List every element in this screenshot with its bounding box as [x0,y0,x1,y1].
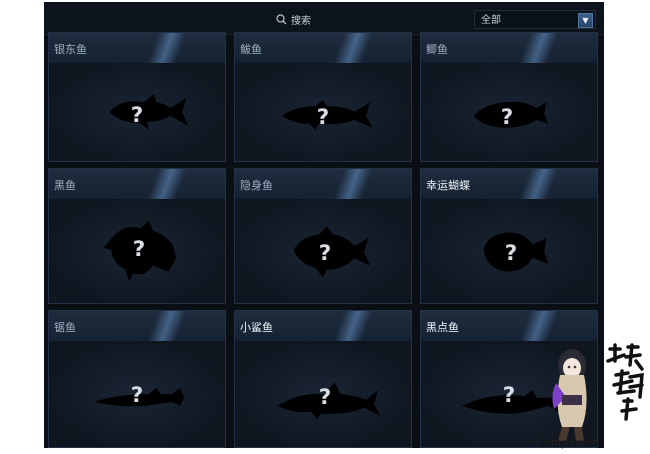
card-body: ? [49,63,225,161]
unknown-mark: ? [319,385,332,410]
dropdown-arrow-icon[interactable]: ▼ [578,13,593,28]
fish-silhouette-icon: ? [93,383,185,408]
card-body: ? [49,341,225,447]
fish-card[interactable]: 鲫鱼 ? [420,32,598,162]
search-icon [276,13,287,25]
unknown-mark: ? [503,383,516,408]
filter-selected-value: 全部 [481,15,501,26]
unknown-mark: ? [317,105,330,130]
unknown-mark: ? [505,241,518,266]
fish-name: 锯鱼 [54,321,76,334]
fish-silhouette-icon: ? [473,101,549,130]
unknown-mark: ? [131,103,144,128]
card-body: ? [235,63,411,161]
watermark-text: Companion [536,436,599,449]
card-body: ? [421,63,597,161]
card-header: 锯鱼 [49,311,225,341]
fish-card[interactable]: 黑鱼 ? [48,168,226,304]
fish-name: 幸运蝴蝶 [426,179,470,192]
search-button[interactable]: 搜索 [276,10,311,28]
search-label: 搜索 [291,15,311,27]
card-body: ? [235,199,411,303]
fish-card[interactable]: 小鲨鱼 ? [234,310,412,448]
fish-card[interactable]: 幸运蝴蝶 ? [420,168,598,304]
fish-name: 鲅鱼 [240,43,262,56]
fish-card[interactable]: 银东鱼 ? [48,32,226,162]
fish-silhouette-icon: ? [277,382,380,420]
fish-silhouette-icon: ? [293,226,371,278]
top-bar: 搜索 全部 ▼ [44,2,604,35]
card-header: 黑鱼 [49,169,225,199]
card-header: 幸运蝴蝶 [421,169,597,199]
card-body: ? [49,199,225,303]
card-header: 隐身鱼 [235,169,411,199]
unknown-mark: ? [319,241,332,266]
unknown-mark: ? [133,237,146,262]
fish-card[interactable]: 锯鱼 ? [48,310,226,448]
card-header: 鲫鱼 [421,33,597,63]
card-body: ? [235,341,411,447]
fish-name: 黑点鱼 [426,321,459,334]
unknown-mark: ? [131,383,144,408]
fish-silhouette-icon: ? [109,94,188,130]
fish-card[interactable]: 隐身鱼 ? [234,168,412,304]
card-header: 鲅鱼 [235,33,411,63]
filter-dropdown[interactable]: 全部 ▼ [474,10,596,29]
card-body: ? [421,199,597,303]
fish-name: 鲫鱼 [426,43,448,56]
fish-name: 隐身鱼 [240,179,273,192]
card-header: 小鲨鱼 [235,311,411,341]
card-header: 银东鱼 [49,33,225,63]
fish-silhouette-icon: ? [103,220,177,282]
fish-silhouette-icon: ? [281,100,372,130]
fish-collection-panel: 搜索 全部 ▼ 银东鱼 ? 鲅鱼 ? 鲫鱼 ? 黑鱼 ? 隐身鱼 ? 幸运蝴蝶 … [44,2,604,448]
fish-card[interactable]: 鲅鱼 ? [234,32,412,162]
fish-name: 小鲨鱼 [240,321,273,334]
fish-silhouette-icon: ? [483,232,549,272]
unknown-mark: ? [501,105,514,130]
watermark-logo: Companion [532,335,650,450]
fish-name: 银东鱼 [54,43,87,56]
fish-name: 黑鱼 [54,179,76,192]
